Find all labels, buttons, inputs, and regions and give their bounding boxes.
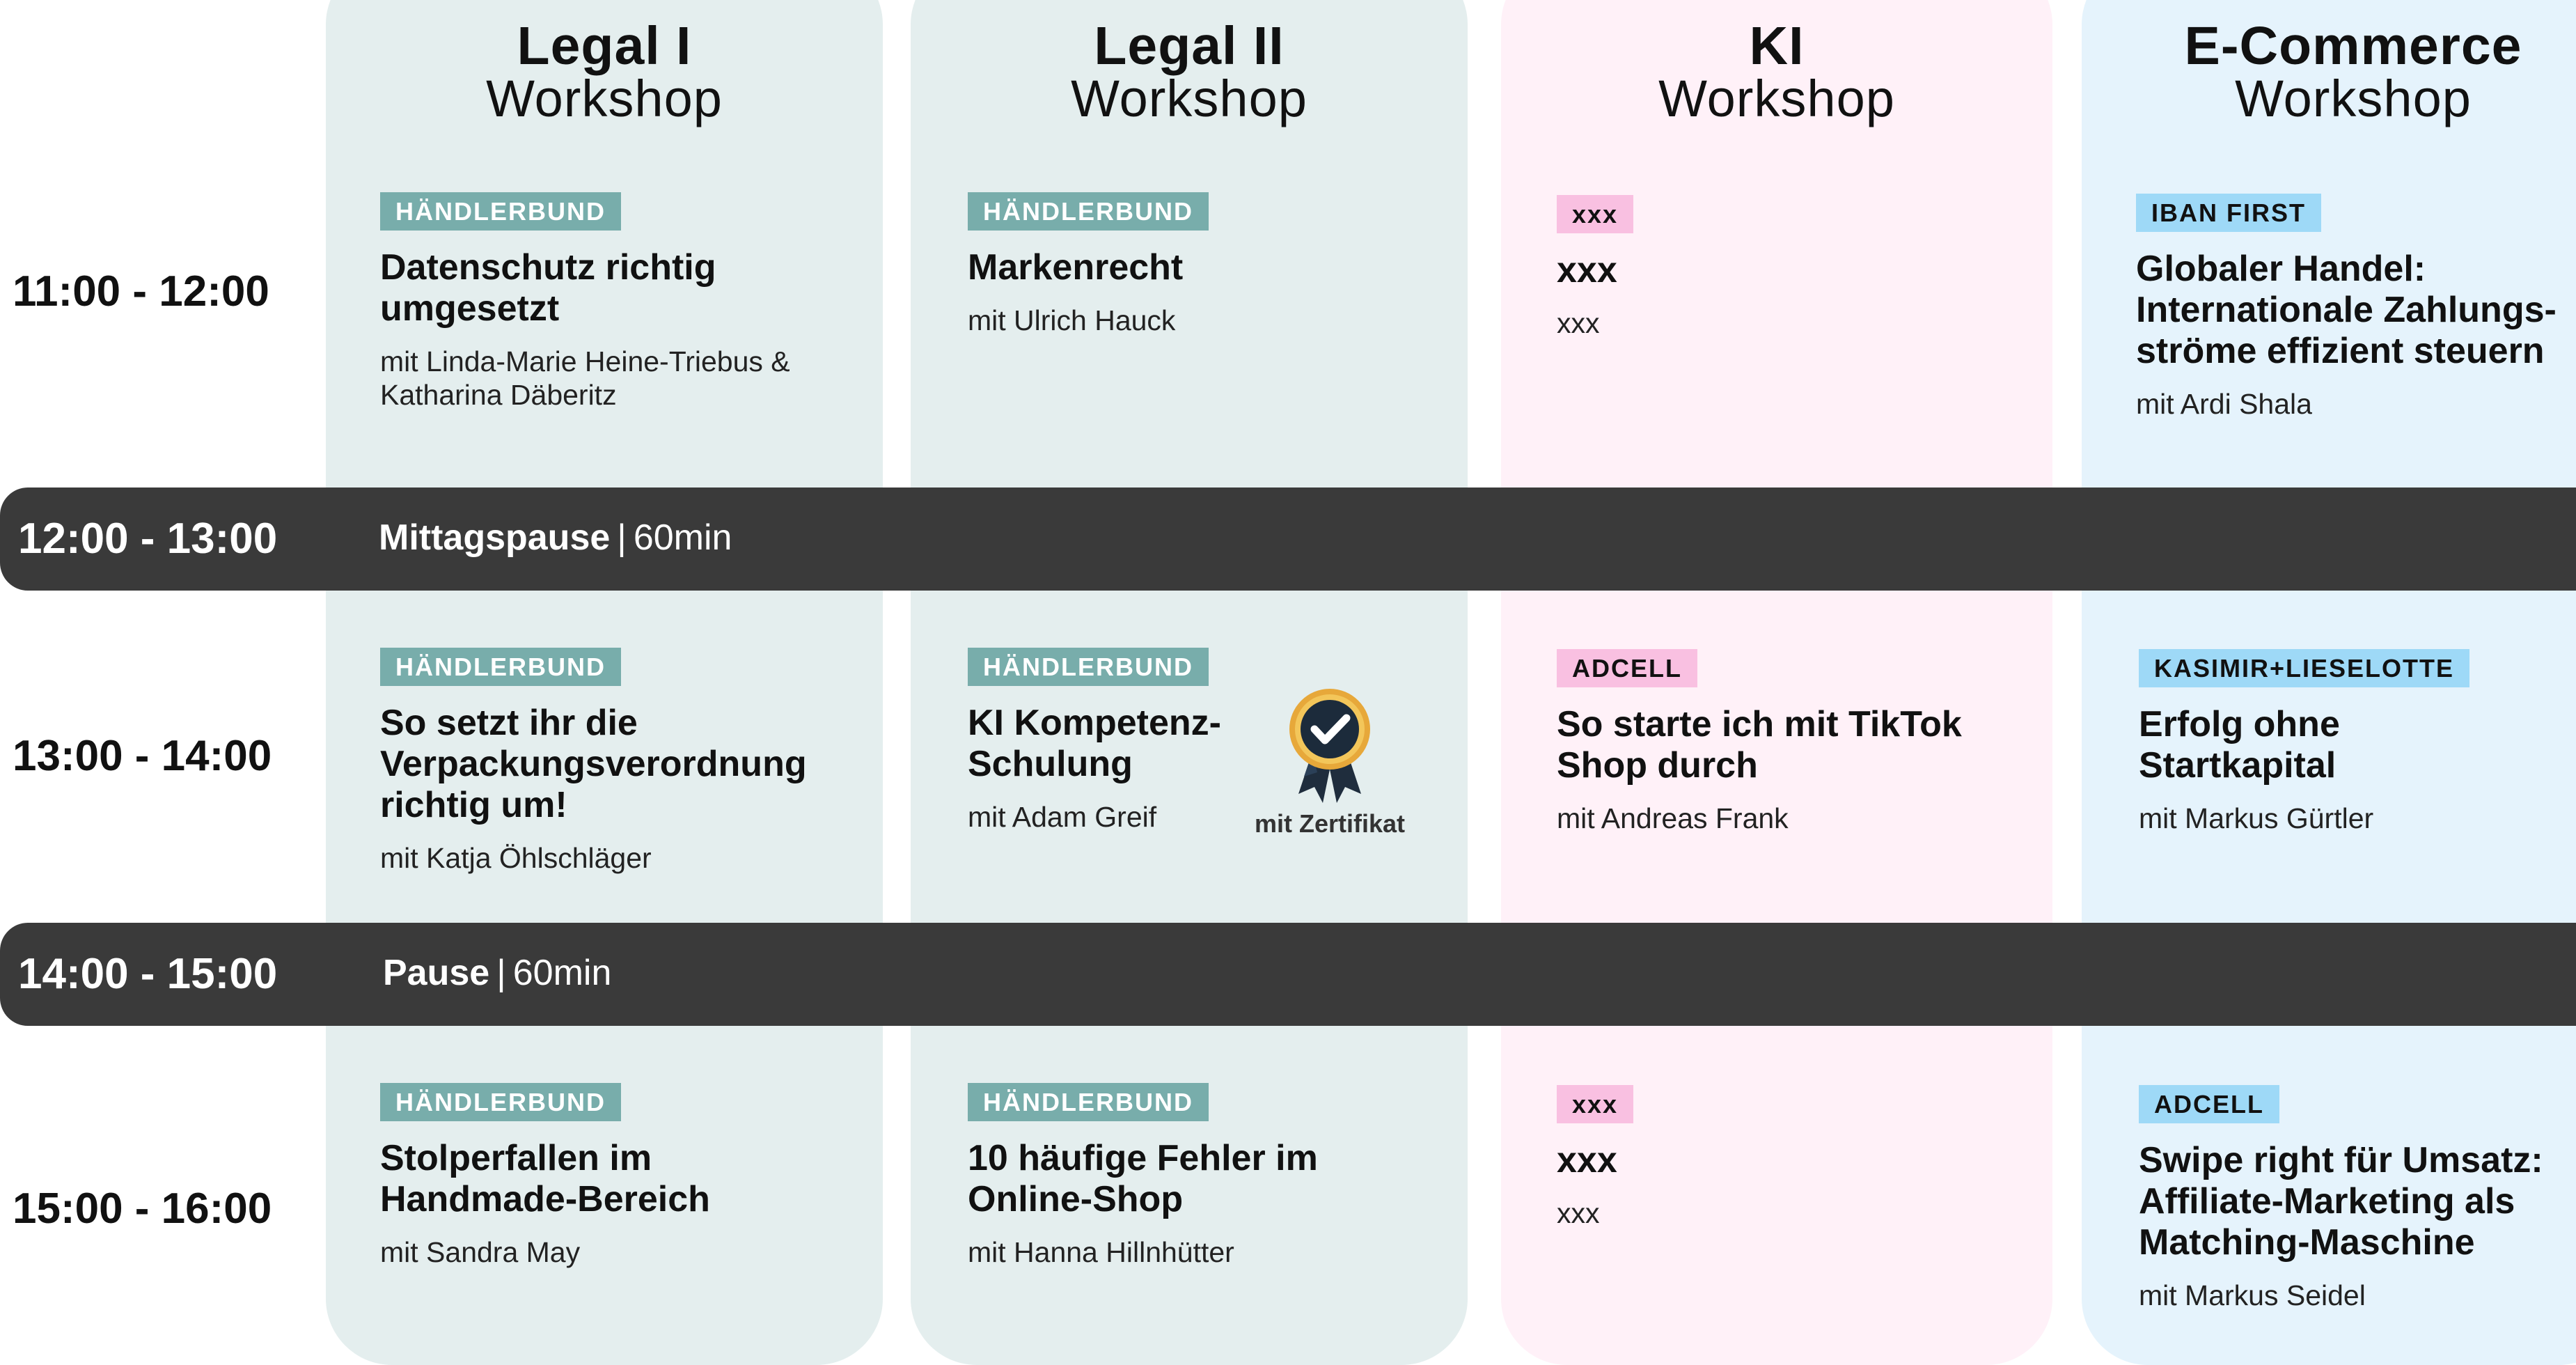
break-title: Pause [383,953,490,993]
session-tiktok-shop[interactable]: ADCELL So starte ich mit TikTok Shop dur… [1557,649,2030,835]
session-tag: HÄNDLERBUND [380,192,621,231]
break-time: 14:00 - 15:00 [18,950,278,998]
session-speaker: mit Hanna Hillnhütter [968,1236,1234,1269]
session-10-fehler[interactable]: HÄNDLERBUND 10 häufige Fehler im Online-… [968,1083,1441,1269]
lunch-break-band: 12:00 - 13:00 Mittagspause | 60min [0,488,2576,591]
break-time: 12:00 - 13:00 [18,515,278,563]
break-duration: 60min [512,953,612,993]
session-speaker: xxx [1557,307,1600,340]
column-header-legal-2: Legal II Workshop [911,20,1468,125]
session-speaker: xxx [1557,1197,1600,1230]
session-title: xxx [1557,250,1617,291]
session-title: Swipe right für Umsatz: Affiliate-Market… [2139,1140,2543,1263]
session-tag: xxx [1557,1085,1634,1124]
column-title: E-Commerce [2184,16,2522,76]
column-header-ki: KI Workshop [1501,20,2052,125]
column-subtitle: Workshop [1071,70,1307,127]
column-title: KI [1749,16,1805,76]
session-speaker: mit Sandra May [380,1236,581,1269]
pause-band: 14:00 - 15:00 Pause | 60min [0,923,2576,1026]
session-tag: ADCELL [2139,1085,2279,1124]
session-ki-placeholder-1[interactable]: xxx xxx xxx [1557,195,2016,340]
certificate-label: mit Zertifikat [1254,809,1406,838]
time-slot-2: 13:00 - 14:00 [13,732,272,780]
column-subtitle: Workshop [486,70,723,127]
time-slot-3: 15:00 - 16:00 [13,1185,272,1233]
column-header-legal-1: Legal I Workshop [326,20,883,125]
certificate-badge: mit Zertifikat [1239,686,1420,838]
session-title: Globaler Handel: Internationale Zahlungs… [2136,249,2557,372]
session-title: Datenschutz richtig umgesetzt [380,247,716,329]
column-title: Legal II [1094,16,1285,76]
column-subtitle: Workshop [2235,70,2472,127]
session-verpackungsverordnung[interactable]: HÄNDLERBUND So setzt ihr die Verpackungs… [380,648,867,875]
break-separator: | [496,953,506,993]
session-speaker: mit Ardi Shala [2136,388,2312,421]
session-ki-placeholder-2[interactable]: xxx xxx xxx [1557,1085,2016,1230]
session-tag: HÄNDLERBUND [968,1083,1209,1122]
session-tag: HÄNDLERBUND [380,648,621,687]
column-header-ecommerce: E-Commerce Workshop [2082,20,2576,125]
session-tag: IBAN FIRST [2136,194,2321,233]
session-tag: ADCELL [1557,649,1697,688]
session-tag: HÄNDLERBUND [380,1083,621,1122]
session-title: Stolperfallen im Handmade-Bereich [380,1138,710,1220]
session-datenschutz[interactable]: HÄNDLERBUND Datenschutz richtig umgesetz… [380,192,867,412]
session-speaker: mit Andreas Frank [1557,802,1789,835]
session-title: So setzt ihr die Verpackungsverordnung r… [380,703,807,826]
session-speaker: mit Katja Öhlschläger [380,842,652,875]
session-erfolg-ohne-startkapital[interactable]: KASIMIR+LIESELOTTE Erfolg ohne Startkapi… [2139,649,2570,835]
session-speaker: mit Ulrich Hauck [968,304,1176,337]
break-label: Pause | 60min [383,952,611,994]
session-title: 10 häufige Fehler im Online-Shop [968,1138,1318,1220]
session-tag: HÄNDLERBUND [968,192,1209,231]
break-label: Mittagspause | 60min [379,517,732,559]
session-title: Markenrecht [968,247,1184,288]
session-title: KI Kompetenz-Schulung [968,703,1221,785]
column-title: Legal I [517,16,692,76]
session-tag: KASIMIR+LIESELOTTE [2139,649,2470,688]
column-subtitle: Workshop [1658,70,1895,127]
break-title: Mittagspause [379,517,611,558]
break-duration: 60min [633,517,732,558]
session-speaker: mit Markus Seidel [2139,1279,2366,1312]
session-swipe-right[interactable]: ADCELL Swipe right für Umsatz: Affiliate… [2139,1085,2576,1312]
session-title: So starte ich mit TikTok Shop durch [1557,704,1962,786]
session-speaker: mit Markus Gürtler [2139,802,2374,835]
session-markenrecht[interactable]: HÄNDLERBUND Markenrecht mit Ulrich Hauck [968,192,1441,337]
break-separator: | [617,517,627,558]
session-tag: HÄNDLERBUND [968,648,1209,687]
session-globaler-handel[interactable]: IBAN FIRST Globaler Handel: Internationa… [2136,194,2575,421]
award-badge-checkmark-icon [1239,686,1420,808]
session-stolperfallen[interactable]: HÄNDLERBUND Stolperfallen im Handmade-Be… [380,1083,867,1269]
session-speaker: mit Linda-Marie Heine-Triebus & Katharin… [380,345,790,412]
session-title: Erfolg ohne Startkapital [2139,704,2340,786]
time-slot-1: 11:00 - 12:00 [13,267,269,315]
session-tag: xxx [1557,195,1634,234]
session-title: xxx [1557,1140,1617,1181]
